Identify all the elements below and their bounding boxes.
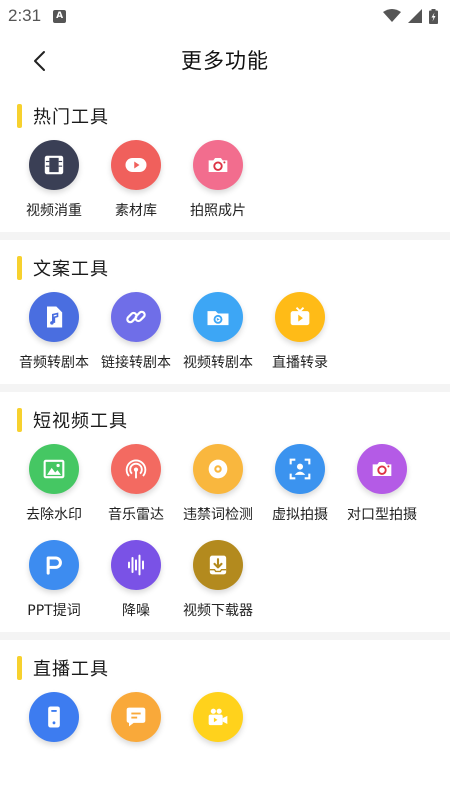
tool-item[interactable]	[95, 692, 177, 772]
section-title: 文案工具	[33, 259, 109, 280]
battery-icon	[429, 8, 438, 24]
tool-grid: 去除水印 音乐雷达 违禁词检测 虚拟拍摄 对口型拍摄 PPT提词 降噪 视频下载…	[0, 444, 450, 632]
tool-label: 直播转录	[272, 355, 328, 371]
video-camera-icon	[193, 692, 243, 742]
target-icon	[193, 444, 243, 494]
phone-icon	[29, 692, 79, 742]
tool-label: 拍照成片	[190, 203, 246, 219]
tool-label: 视频转剧本	[183, 355, 253, 371]
tool-label: 对口型拍摄	[347, 507, 417, 523]
tool-item[interactable]	[13, 692, 95, 772]
scan-person-icon	[275, 444, 325, 494]
section-title: 热门工具	[33, 107, 109, 128]
download-tray-icon	[193, 540, 243, 590]
tool-label: 音乐雷达	[108, 507, 164, 523]
section-divider	[0, 384, 450, 392]
tool-label: 音频转剧本	[19, 355, 89, 371]
section-accent-bar	[17, 104, 22, 128]
tool-item[interactable]: 素材库	[95, 140, 177, 220]
tool-section: 热门工具 视频消重 素材库 拍照成片	[0, 88, 450, 232]
tool-section: 短视频工具 去除水印 音乐雷达 违禁词检测 虚拟拍摄 对口型拍摄 PPT提词 降…	[0, 392, 450, 632]
tool-label: 去除水印	[26, 507, 82, 523]
chat-icon	[111, 692, 161, 742]
tool-item[interactable]: 违禁词检测	[177, 444, 259, 524]
tool-label: PPT提词	[27, 603, 81, 619]
tool-item[interactable]: 降噪	[95, 540, 177, 620]
section-divider	[0, 232, 450, 240]
section-header: 短视频工具	[17, 406, 450, 434]
tool-label: 降噪	[122, 603, 150, 619]
notification-icon: A	[53, 9, 67, 23]
tool-label: 虚拟拍摄	[272, 507, 328, 523]
back-button[interactable]	[26, 48, 52, 74]
section-title: 短视频工具	[33, 411, 128, 432]
wifi-icon	[383, 9, 401, 22]
tool-item[interactable]: 音频转剧本	[13, 292, 95, 372]
nav-bar: 更多功能	[0, 32, 450, 88]
camera-icon	[193, 140, 243, 190]
video-folder-icon	[193, 292, 243, 342]
tool-item[interactable]: 对口型拍摄	[341, 444, 423, 524]
tool-label: 视频下载器	[183, 603, 253, 619]
link-icon	[111, 292, 161, 342]
tool-item[interactable]: 视频转剧本	[177, 292, 259, 372]
tv-play-icon	[275, 292, 325, 342]
page-title: 更多功能	[181, 49, 269, 73]
section-accent-bar	[17, 656, 22, 680]
tool-grid	[0, 692, 450, 784]
tool-item[interactable]: 去除水印	[13, 444, 95, 524]
tool-item[interactable]: 视频消重	[13, 140, 95, 220]
tool-label: 违禁词检测	[183, 507, 253, 523]
section-header: 文案工具	[17, 254, 450, 282]
radar-icon	[111, 444, 161, 494]
tool-item[interactable]: 音乐雷达	[95, 444, 177, 524]
film-icon	[29, 140, 79, 190]
tool-item[interactable]: 链接转剧本	[95, 292, 177, 372]
section-header: 热门工具	[17, 102, 450, 130]
tool-grid: 视频消重 素材库 拍照成片	[0, 140, 450, 232]
section-accent-bar	[17, 408, 22, 432]
section-header: 直播工具	[17, 654, 450, 682]
tool-section: 文案工具 音频转剧本 链接转剧本 视频转剧本 直播转录	[0, 240, 450, 384]
status-icons	[383, 8, 438, 24]
status-time: 2:31	[8, 6, 42, 25]
music-file-icon	[29, 292, 79, 342]
section-title: 直播工具	[33, 659, 109, 680]
tool-item[interactable]	[177, 692, 259, 772]
tool-section: 直播工具	[0, 640, 450, 784]
image-icon	[29, 444, 79, 494]
tool-item[interactable]: PPT提词	[13, 540, 95, 620]
p-letter-icon	[29, 540, 79, 590]
tool-grid: 音频转剧本 链接转剧本 视频转剧本 直播转录	[0, 292, 450, 384]
tool-item[interactable]: 拍照成片	[177, 140, 259, 220]
status-bar: 2:31 A	[0, 0, 450, 32]
tool-sections: 热门工具 视频消重 素材库 拍照成片 文案工具 音频转剧本 链接转剧本 视频转剧…	[0, 88, 450, 784]
tool-item[interactable]: 视频下载器	[177, 540, 259, 620]
signal-icon	[408, 9, 422, 23]
section-divider	[0, 632, 450, 640]
play-icon	[111, 140, 161, 190]
chevron-left-icon	[34, 51, 45, 71]
tool-item[interactable]: 直播转录	[259, 292, 341, 372]
tool-label: 链接转剧本	[101, 355, 171, 371]
camera-icon	[357, 444, 407, 494]
tool-label: 素材库	[115, 203, 157, 219]
tool-label: 视频消重	[26, 203, 82, 219]
section-accent-bar	[17, 256, 22, 280]
tool-item[interactable]: 虚拟拍摄	[259, 444, 341, 524]
waveform-icon	[111, 540, 161, 590]
